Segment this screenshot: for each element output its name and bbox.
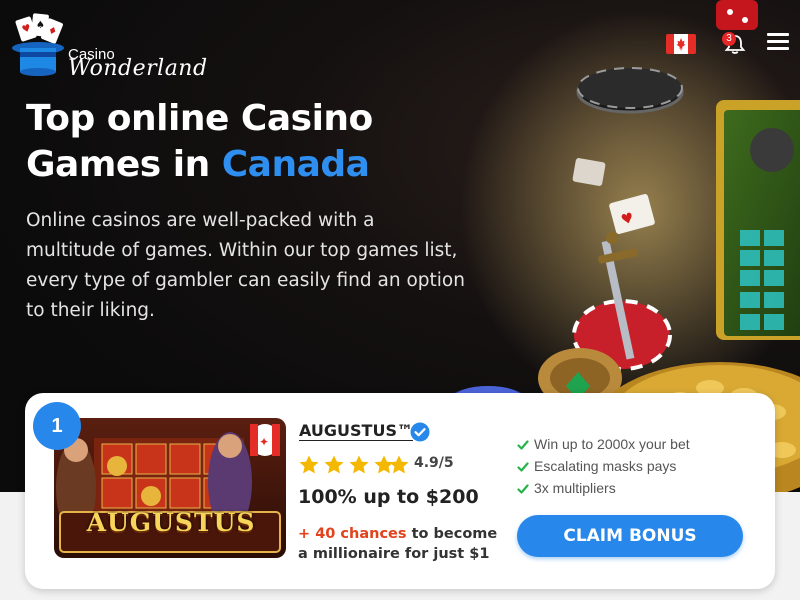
- hero-description: Online casinos are well-packed with a mu…: [26, 210, 465, 321]
- country-selector[interactable]: [666, 34, 696, 54]
- rating-score: 4.9/5: [414, 455, 454, 471]
- star-icon: [299, 455, 319, 474]
- check-icon: [517, 440, 529, 450]
- star-icon: [324, 455, 344, 474]
- menu-bar: [767, 47, 789, 50]
- site-header: ♥ ♠ ♦ Casino Wonderland 3: [0, 0, 800, 84]
- feature-text: Win up to 2000x your bet: [534, 436, 690, 452]
- offer-highlight: + 40 chances: [298, 526, 407, 542]
- check-icon: [517, 462, 529, 472]
- canada-flag-icon: [666, 34, 696, 54]
- magic-hat-logo-icon: ♥ ♠ ♦: [12, 13, 64, 76]
- game-artwork: ✦: [54, 418, 286, 558]
- star-icon: [349, 455, 369, 474]
- casino-name-link[interactable]: AUGUSTUS™: [299, 421, 413, 440]
- game-thumbnail-title: AUGUSTUS: [86, 508, 256, 537]
- site-logo[interactable]: ♥ ♠ ♦ Casino Wonderland: [10, 10, 207, 81]
- game-thumbnail[interactable]: ✦ AUGUSTUS: [54, 418, 286, 558]
- hero-title: Top online Casino Games in Canada: [26, 96, 486, 188]
- menu-bar: [767, 40, 789, 43]
- hero-title-accent: Canada: [221, 144, 370, 185]
- rank-badge: 1: [33, 402, 81, 450]
- hero-title-line2-prefix: Games in: [26, 144, 222, 185]
- notification-count-badge: 3: [722, 32, 736, 46]
- feature-text: 3x multipliers: [534, 480, 616, 496]
- star-icon: [389, 455, 409, 474]
- hero-title-line1: Top online Casino: [26, 98, 373, 139]
- bonus-offer: + 40 chances to become a millionaire for…: [298, 524, 508, 564]
- hamburger-menu-button[interactable]: [767, 33, 789, 51]
- menu-bar: [767, 33, 789, 36]
- claim-bonus-button[interactable]: CLAIM BONUS: [517, 515, 743, 557]
- svg-text:✦: ✦: [259, 435, 269, 449]
- welcome-bonus: 100% up to $200: [298, 486, 479, 508]
- feature-text: Escalating masks pays: [534, 458, 677, 474]
- check-icon: [517, 484, 529, 494]
- verified-check-icon: [410, 422, 430, 442]
- notifications-button[interactable]: 3: [722, 32, 748, 56]
- svg-text:♠: ♠: [36, 20, 45, 31]
- logo-text-big: Wonderland: [68, 56, 208, 81]
